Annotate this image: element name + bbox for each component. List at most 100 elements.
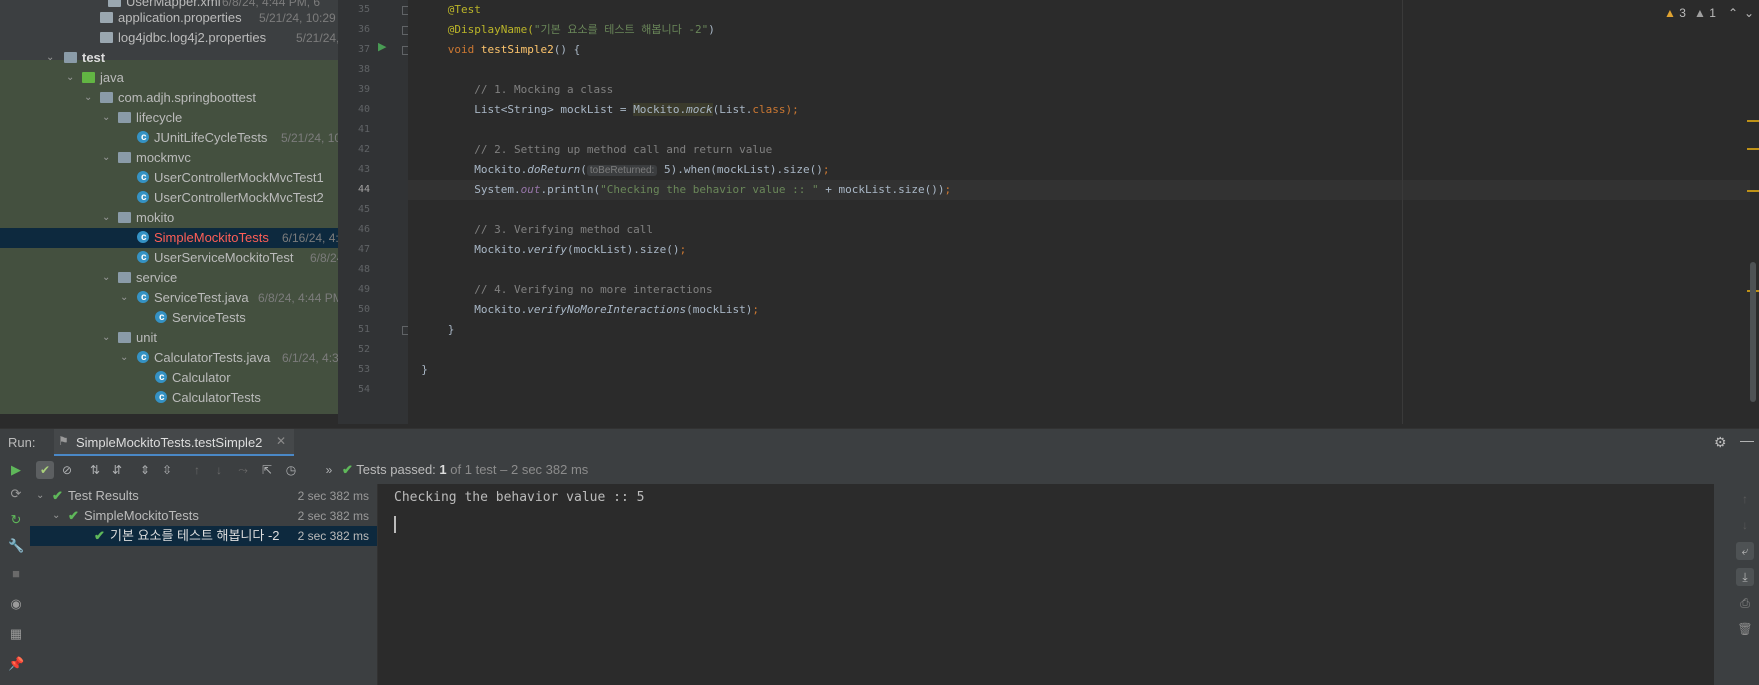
tree-item-userservicemockitotest[interactable]: UserServiceMockitoTest 6/8/24 — [0, 248, 338, 268]
more-actions-icon[interactable]: » — [320, 461, 338, 479]
chevron-down-icon[interactable]: ⌄ — [102, 268, 110, 288]
chevron-down-icon[interactable]: ⌄ — [46, 48, 54, 68]
code-token: ) — [708, 23, 715, 36]
export-results-icon[interactable]: ⇱ — [258, 461, 276, 479]
close-icon[interactable]: ✕ — [276, 434, 286, 448]
result-row-root[interactable]: ⌄ ✔ Test Results 2 sec 382 ms — [30, 486, 377, 506]
run-tab-title: SimpleMockitoTests.testSimple2 — [76, 435, 263, 450]
line-number: 46 — [357, 224, 370, 235]
right-margin-guide — [1402, 0, 1403, 424]
sort-alpha-icon[interactable]: ⇅ — [86, 461, 104, 479]
tree-item-usercontrollermockmvctest2[interactable]: UserControllerMockMvcTest2 — [0, 188, 338, 208]
tree-item-simplemockitotests[interactable]: SimpleMockitoTests 6/16/24, 4: — [0, 228, 338, 248]
chevron-down-icon[interactable]: ⌄ — [102, 148, 110, 168]
previous-highlight-icon[interactable]: ⌃ — [1728, 6, 1738, 20]
stop-icon[interactable]: ■ — [8, 566, 24, 582]
previous-failed-icon[interactable]: ↑ — [188, 461, 206, 479]
line-number: 36 — [357, 24, 370, 35]
chevron-down-icon[interactable]: ⌄ — [120, 348, 128, 368]
tree-item-service[interactable]: ⌄ service — [0, 268, 338, 288]
rerun-failed-icon[interactable]: ⟳ — [8, 486, 24, 502]
source-folder-icon — [82, 72, 95, 83]
collapse-all-icon[interactable]: ⇳ — [158, 461, 176, 479]
line-number: 39 — [357, 84, 370, 95]
history-icon[interactable]: ◷ — [282, 461, 300, 479]
show-passed-icon[interactable]: ✔ — [36, 461, 54, 479]
keyword: void — [447, 43, 481, 56]
tree-item-servicetest-java[interactable]: ⌄ ServiceTest.java 6/8/24, 4:44 PM — [0, 288, 338, 308]
pin-icon[interactable]: 📌 — [8, 656, 24, 672]
tree-item-package-root[interactable]: ⌄ com.adjh.springboottest — [0, 88, 338, 108]
run-tab[interactable]: ⚑ SimpleMockitoTests.testSimple2 ✕ — [54, 429, 294, 457]
chevron-down-icon[interactable]: ⌄ — [102, 328, 110, 348]
warning-stripe[interactable] — [1747, 120, 1759, 122]
tree-item-mockmvc[interactable]: ⌄ mockmvc — [0, 148, 338, 168]
view-icon[interactable]: ◉ — [8, 596, 24, 612]
code-editor[interactable]: @Test @DisplayName("기본 요소를 테스트 해봅니다 -2")… — [408, 0, 1759, 424]
result-label: 기본 요소를 테스트 해봅니다 -2 — [110, 528, 280, 543]
warning-stripe[interactable] — [1747, 190, 1759, 192]
code-token: } — [421, 363, 428, 376]
trash-icon[interactable]: 🗑 — [1736, 620, 1754, 638]
run-test-gutter-icon[interactable]: ▶ — [378, 40, 390, 53]
code-token: () { — [553, 43, 581, 56]
layout-icon[interactable]: ▦ — [8, 626, 24, 642]
gear-icon[interactable]: ⚙ — [1714, 434, 1727, 451]
comment: // 4. Verifying no more interactions — [474, 283, 713, 296]
result-row-test[interactable]: ✔ 기본 요소를 테스트 해봅니다 -2 2 sec 382 ms — [30, 526, 377, 546]
project-tree: UserMapper.xml 6/8/24, 4:44 PM, 6 applic… — [0, 0, 338, 414]
tree-item-mokito[interactable]: ⌄ mokito — [0, 208, 338, 228]
test-toolbar: ✔ ⊘ ⇅ ⇵ ⇕ ⇳ ↑ ↓ ⤳ ⇱ ◷ » ✔ Tests passed: … — [30, 456, 1759, 484]
chevron-down-icon[interactable]: ⌄ — [120, 288, 128, 308]
scroll-down-icon[interactable]: ↓ — [1736, 516, 1754, 534]
next-failed-icon[interactable]: ↓ — [210, 461, 228, 479]
xml-file-icon — [108, 0, 121, 7]
result-row-class[interactable]: ⌄ ✔ SimpleMockitoTests 2 sec 382 ms — [30, 506, 377, 526]
rerun-icon[interactable]: ▶ — [8, 462, 24, 478]
tree-item-java[interactable]: ⌄ java — [0, 68, 338, 88]
comment: // 1. Mocking a class — [474, 83, 614, 96]
tree-item-servicetests[interactable]: ServiceTests — [0, 308, 338, 328]
chevron-down-icon[interactable]: ⌄ — [102, 208, 110, 228]
toggle-auto-test-icon[interactable]: ↻ — [8, 512, 24, 528]
tree-item-unit[interactable]: ⌄ unit — [0, 328, 338, 348]
console-output[interactable]: Checking the behavior value :: 5 — [377, 484, 1715, 685]
chevron-down-icon[interactable]: ⌄ — [66, 68, 74, 88]
sort-duration-icon[interactable]: ⇵ — [108, 461, 126, 479]
code-line-39: // 1. Mocking a class — [408, 80, 1750, 100]
tree-item-application-properties[interactable]: application.properties 5/21/24, 10:29 P — [0, 8, 338, 28]
tree-item-usercontrollermockmvctest1[interactable]: UserControllerMockMvcTest1 — [0, 168, 338, 188]
code-line-35: @Test — [408, 0, 1750, 20]
text-caret — [394, 516, 396, 533]
code-token: ; — [822, 163, 830, 176]
tree-item-calculatortests[interactable]: CalculatorTests — [0, 388, 338, 408]
tree-item-log4jdbc[interactable]: log4jdbc.log4j2.properties 5/21/24, 1 — [0, 28, 338, 48]
chevron-down-icon[interactable]: ⌄ — [52, 506, 60, 526]
scroll-up-icon[interactable]: ↑ — [1736, 490, 1754, 508]
code-line-50: Mockito.verifyNoMoreInteractions(mockLis… — [408, 300, 1750, 320]
tree-item-test[interactable]: ⌄ test — [0, 48, 338, 68]
hide-icon[interactable]: — — [1740, 432, 1754, 448]
next-highlight-icon[interactable]: ⌄ — [1744, 6, 1754, 20]
show-ignored-icon[interactable]: ⊘ — [58, 461, 76, 479]
code-line-40: List<String> mockList = Mockito.mock(Lis… — [408, 100, 1750, 120]
tree-item-calculator[interactable]: Calculator — [0, 368, 338, 388]
warning-stripe[interactable] — [1747, 148, 1759, 150]
expand-all-icon[interactable]: ⇕ — [136, 461, 154, 479]
import-tests-icon[interactable]: ⤳ — [234, 461, 252, 479]
code-token: ; — [679, 243, 687, 256]
weak-warning-counter[interactable]: ▲ 1 — [1694, 6, 1716, 20]
soft-wrap-icon[interactable]: ⤶ — [1736, 542, 1754, 560]
editor-vertical-scrollbar[interactable] — [1750, 262, 1756, 402]
settings-wrench-icon[interactable]: 🔧 — [8, 538, 24, 554]
code-line-53: } — [408, 360, 1750, 380]
tree-item-lifecycle[interactable]: ⌄ lifecycle — [0, 108, 338, 128]
chevron-down-icon[interactable]: ⌄ — [36, 486, 44, 506]
print-icon[interactable]: ⎙ — [1736, 594, 1754, 612]
chevron-down-icon[interactable]: ⌄ — [84, 88, 92, 108]
chevron-down-icon[interactable]: ⌄ — [102, 108, 110, 128]
warning-counter[interactable]: ▲ 3 — [1664, 6, 1686, 20]
scroll-to-end-icon[interactable]: ⤓ — [1736, 568, 1754, 586]
tree-item-junitlifecycletests[interactable]: JUnitLifeCycleTests 5/21/24, 10: — [0, 128, 338, 148]
tree-item-calculatortests-java[interactable]: ⌄ CalculatorTests.java 6/1/24, 4:3 — [0, 348, 338, 368]
